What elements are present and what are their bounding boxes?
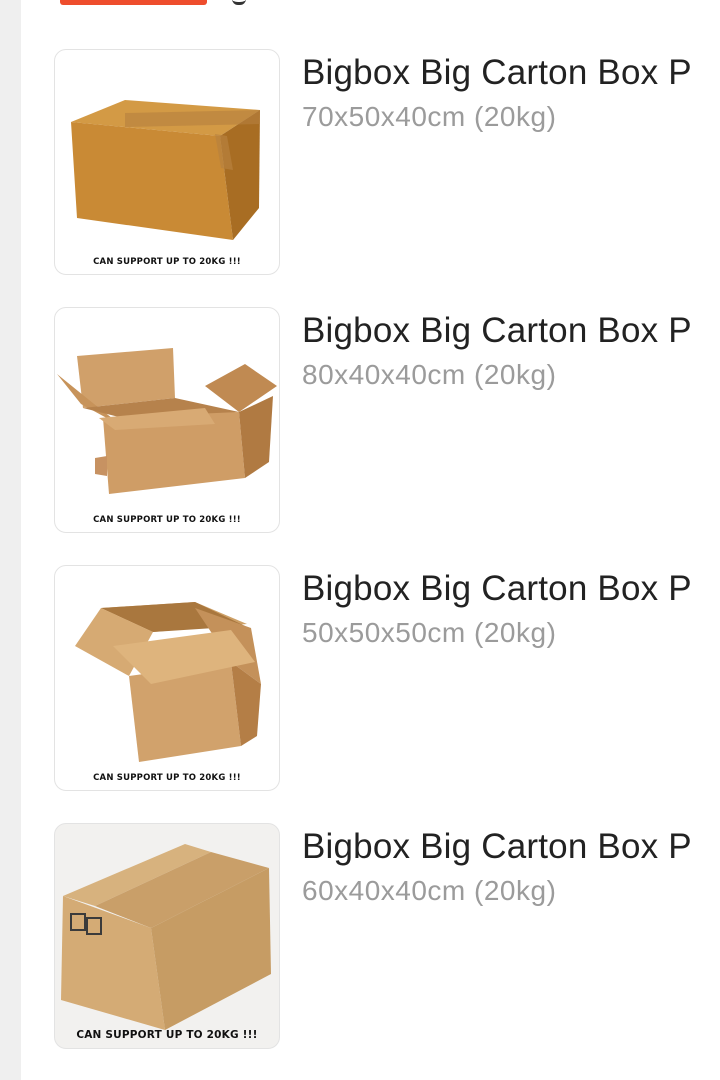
variant-size: 50x50x50cm (20kg) (302, 617, 557, 648)
variant-item-2[interactable]: CAN SUPPORT UP TO 20KG !!! Bigbox Big Ca… (54, 307, 720, 533)
half-closed-carton-box-image (61, 844, 271, 1030)
open-cube-carton-box-image (75, 602, 261, 762)
variant-item-1[interactable]: CAN SUPPORT UP TO 20KG !!! Bigbox Big Ca… (54, 49, 720, 275)
variant-title: Bigbox Big Carton Box P (302, 311, 692, 350)
open-flaps-carton-box-image (57, 348, 277, 494)
variant-title: Bigbox Big Carton Box P (302, 827, 692, 866)
thumbnail-caption: CAN SUPPORT UP TO 20KG !!! (76, 1029, 258, 1041)
variant-thumbnail[interactable]: CAN SUPPORT UP TO 20KG !!! (54, 307, 280, 533)
variant-size: 80x40x40cm (20kg) (302, 359, 557, 390)
left-side-rail (0, 0, 21, 1080)
variant-item-3[interactable]: CAN SUPPORT UP TO 20KG !!! Bigbox Big Ca… (54, 565, 720, 791)
variant-thumbnail[interactable]: CAN SUPPORT UP TO 20KG !!! (54, 823, 280, 1049)
variant-item-4[interactable]: CAN SUPPORT UP TO 20KG !!! Bigbox Big Ca… (54, 823, 720, 1049)
cut-off-header-text (232, 0, 246, 5)
variant-thumbnail[interactable]: CAN SUPPORT UP TO 20KG !!! (54, 49, 280, 275)
active-tab-indicator[interactable] (60, 0, 207, 5)
variant-size: 70x50x40cm (20kg) (302, 101, 557, 132)
variant-size: 60x40x40cm (20kg) (302, 875, 557, 906)
variant-title: Bigbox Big Carton Box P (302, 53, 692, 92)
thumbnail-caption: CAN SUPPORT UP TO 20KG !!! (93, 773, 241, 783)
variant-thumbnail[interactable]: CAN SUPPORT UP TO 20KG !!! (54, 565, 280, 791)
closed-carton-box-image (71, 100, 260, 240)
variant-title: Bigbox Big Carton Box P (302, 569, 692, 608)
thumbnail-caption: CAN SUPPORT UP TO 20KG !!! (93, 257, 241, 267)
thumbnail-caption: CAN SUPPORT UP TO 20KG !!! (93, 515, 241, 525)
